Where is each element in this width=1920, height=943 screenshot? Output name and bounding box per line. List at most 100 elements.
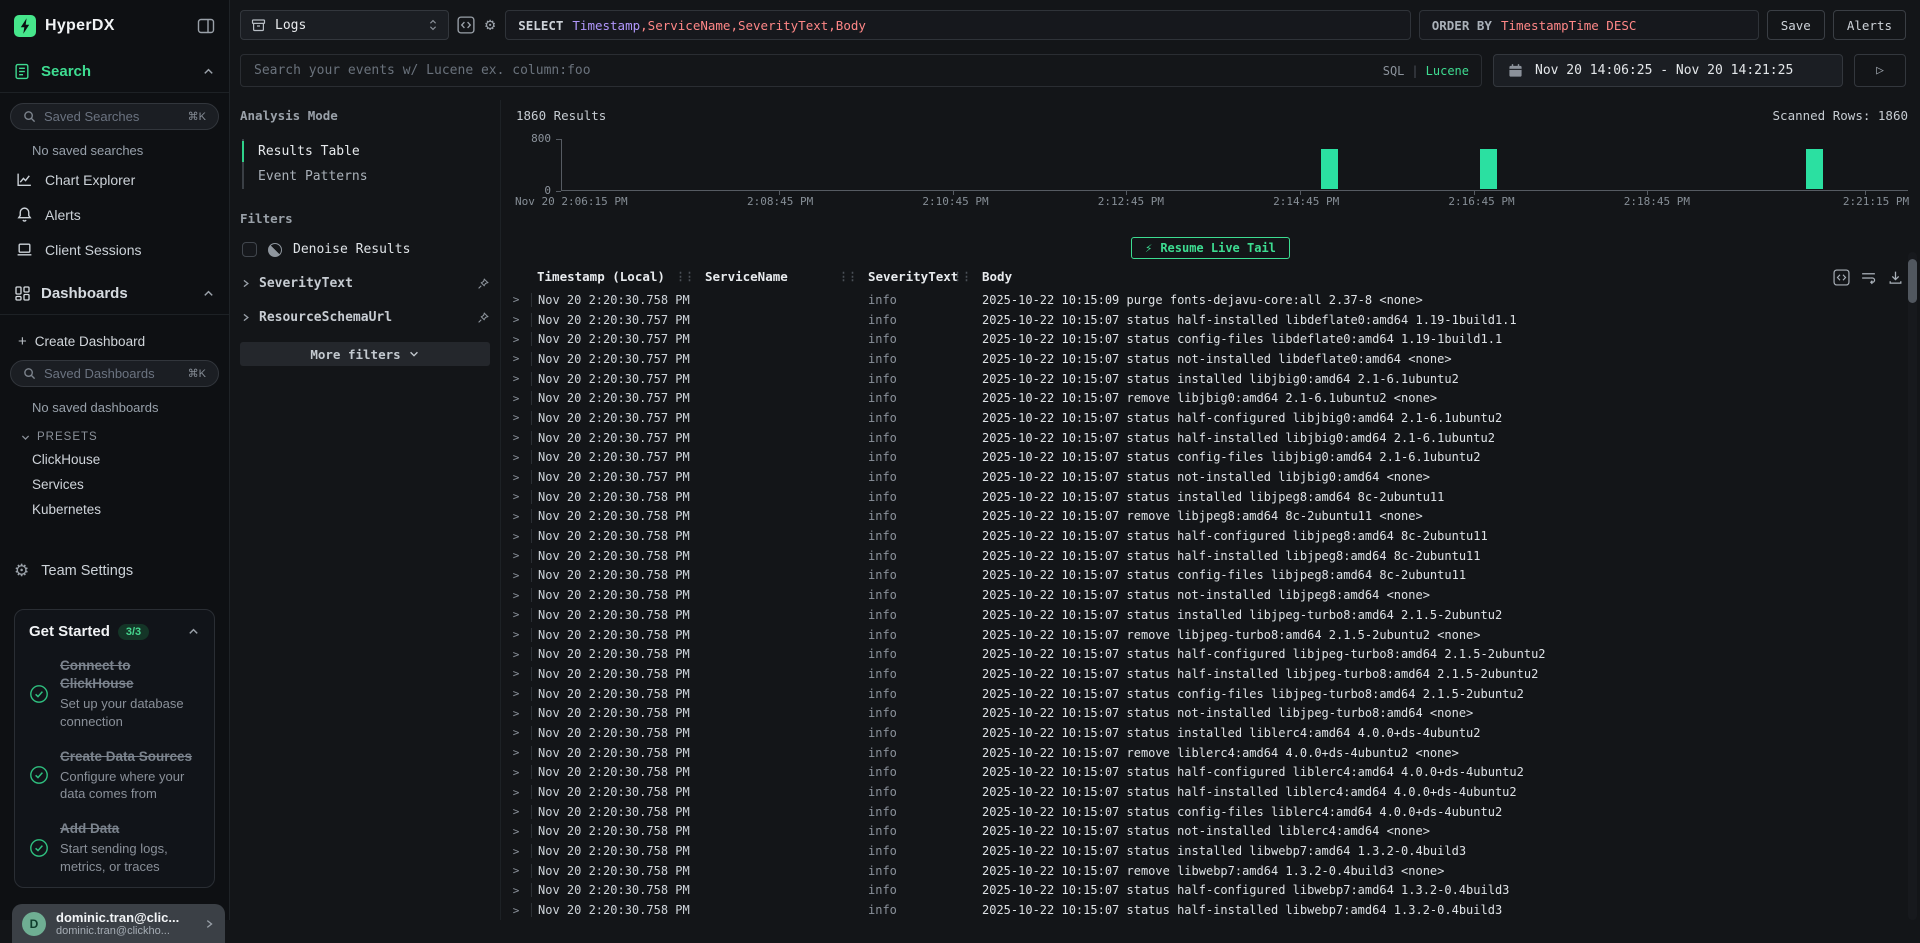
log-row[interactable]: >Nov 20 2:20:30.758 PMinfo2025-10-22 10:… (501, 625, 1920, 645)
save-button[interactable]: Save (1767, 10, 1825, 40)
get-started-task[interactable]: Create Data SourcesConfigure where your … (29, 748, 200, 803)
histogram-bar[interactable] (1321, 149, 1338, 189)
source-select[interactable]: Logs (240, 10, 449, 40)
pin-icon[interactable] (476, 277, 490, 291)
log-row[interactable]: >Nov 20 2:20:30.758 PMinfo2025-10-22 10:… (501, 290, 1920, 310)
log-row[interactable]: >Nov 20 2:20:30.757 PMinfo2025-10-22 10:… (501, 408, 1920, 428)
sidebar-item-alerts[interactable]: Alerts (10, 197, 219, 232)
log-row[interactable]: >Nov 20 2:20:30.757 PMinfo2025-10-22 10:… (501, 467, 1920, 487)
log-row[interactable]: >Nov 20 2:20:30.757 PMinfo2025-10-22 10:… (501, 448, 1920, 468)
histogram-bar[interactable] (1806, 149, 1823, 189)
sidebar-item-chart-explorer[interactable]: Chart Explorer (10, 162, 219, 197)
log-row[interactable]: >Nov 20 2:20:30.758 PMinfo2025-10-22 10:… (501, 822, 1920, 842)
row-expand-chevron[interactable]: > (501, 510, 531, 523)
denoise-results-row[interactable]: Denoise Results (242, 242, 490, 257)
row-expand-chevron[interactable]: > (501, 648, 531, 661)
run-query-button[interactable]: ▷ (1854, 54, 1906, 87)
scrollbar-thumb[interactable] (1908, 259, 1917, 303)
denoise-checkbox[interactable] (242, 242, 257, 257)
alerts-button[interactable]: Alerts (1833, 10, 1906, 40)
preset-item[interactable]: ClickHouse (10, 447, 219, 472)
filter-group-severitytext[interactable]: SeverityText (240, 276, 490, 291)
order-by-input[interactable]: ORDER BY TimestampTime DESC (1419, 10, 1759, 40)
log-row[interactable]: >Nov 20 2:20:30.758 PMinfo2025-10-22 10:… (501, 743, 1920, 763)
chevron-up-icon[interactable] (187, 625, 200, 638)
row-expand-chevron[interactable]: > (501, 451, 531, 464)
chevron-up-icon[interactable] (202, 287, 215, 300)
column-header-timestamp[interactable]: Timestamp (Local)⋮⋮ (531, 269, 701, 287)
results-histogram[interactable]: 800 0 Nov 20 2:06:15 PM2:08:45 PM2:10:45… (501, 123, 1914, 211)
download-icon[interactable] (1887, 269, 1904, 286)
more-filters-button[interactable]: More filters (240, 342, 490, 366)
log-row[interactable]: >Nov 20 2:20:30.758 PMinfo2025-10-22 10:… (501, 802, 1920, 822)
log-row[interactable]: >Nov 20 2:20:30.758 PMinfo2025-10-22 10:… (501, 782, 1920, 802)
resume-live-tail-button[interactable]: ⚡ Resume Live Tail (1131, 237, 1290, 259)
get-started-header[interactable]: Get Started 3/3 (29, 623, 200, 640)
column-resize-handle[interactable]: ⋮⋮ (952, 270, 970, 283)
event-search-input[interactable] (240, 54, 1482, 87)
row-expand-chevron[interactable]: > (501, 352, 531, 365)
sidebar-item-search[interactable]: Search (0, 49, 229, 92)
row-expand-chevron[interactable]: > (501, 786, 531, 799)
log-row[interactable]: >Nov 20 2:20:30.758 PMinfo2025-10-22 10:… (501, 487, 1920, 507)
mode-event-patterns[interactable]: Event Patterns (244, 164, 490, 189)
row-expand-chevron[interactable]: > (501, 707, 531, 720)
log-row[interactable]: >Nov 20 2:20:30.758 PMinfo2025-10-22 10:… (501, 644, 1920, 664)
row-expand-chevron[interactable]: > (501, 904, 531, 917)
row-expand-chevron[interactable]: > (501, 746, 531, 759)
column-header-severitytext[interactable]: SeverityText⋮⋮ (864, 269, 978, 287)
select-columns-input[interactable]: SELECT Timestamp ,ServiceName,SeverityTe… (505, 10, 1410, 40)
log-row[interactable]: >Nov 20 2:20:30.758 PMinfo2025-10-22 10:… (501, 703, 1920, 723)
table-scrollbar[interactable] (1908, 252, 1917, 920)
row-expand-chevron[interactable]: > (501, 845, 531, 858)
row-expand-chevron[interactable]: > (501, 687, 531, 700)
date-range-picker[interactable]: Nov 20 14:06:25 - Nov 20 14:21:25 (1493, 54, 1843, 87)
row-expand-chevron[interactable]: > (501, 490, 531, 503)
log-row[interactable]: >Nov 20 2:20:30.758 PMinfo2025-10-22 10:… (501, 605, 1920, 625)
saved-dashboards-input[interactable]: Saved Dashboards ⌘K (10, 360, 219, 387)
pin-icon[interactable] (476, 311, 490, 325)
row-expand-chevron[interactable]: > (501, 411, 531, 424)
code-toggle-icon[interactable] (457, 16, 475, 34)
log-row[interactable]: >Nov 20 2:20:30.758 PMinfo2025-10-22 10:… (501, 585, 1920, 605)
source-settings-gear-icon[interactable]: ⚙ (483, 17, 497, 34)
sidebar-collapse-icon[interactable] (197, 17, 215, 35)
log-row[interactable]: >Nov 20 2:20:30.758 PMinfo2025-10-22 10:… (501, 526, 1920, 546)
row-expand-chevron[interactable]: > (501, 628, 531, 641)
wrap-lines-icon[interactable] (1860, 269, 1877, 286)
log-row[interactable]: >Nov 20 2:20:30.757 PMinfo2025-10-22 10:… (501, 310, 1920, 330)
chevron-up-icon[interactable] (202, 65, 215, 78)
log-row[interactable]: >Nov 20 2:20:30.758 PMinfo2025-10-22 10:… (501, 763, 1920, 783)
histogram-bar[interactable] (1480, 149, 1497, 189)
log-row[interactable]: >Nov 20 2:20:30.757 PMinfo2025-10-22 10:… (501, 369, 1920, 389)
column-header-servicename[interactable]: ServiceName⋮⋮ (701, 269, 864, 287)
sidebar-item-client-sessions[interactable]: Client Sessions (10, 232, 219, 267)
log-row[interactable]: >Nov 20 2:20:30.757 PMinfo2025-10-22 10:… (501, 388, 1920, 408)
column-resize-handle[interactable]: ⋮⋮ (838, 270, 856, 283)
row-expand-chevron[interactable]: > (501, 825, 531, 838)
row-expand-chevron[interactable]: > (501, 805, 531, 818)
row-expand-chevron[interactable]: > (501, 667, 531, 680)
row-expand-chevron[interactable]: > (501, 313, 531, 326)
sql-mode-option[interactable]: SQL (1383, 64, 1405, 78)
log-row[interactable]: >Nov 20 2:20:30.758 PMinfo2025-10-22 10:… (501, 900, 1920, 920)
row-expand-chevron[interactable]: > (501, 530, 531, 543)
row-expand-chevron[interactable]: > (501, 431, 531, 444)
log-row[interactable]: >Nov 20 2:20:30.757 PMinfo2025-10-22 10:… (501, 349, 1920, 369)
log-row[interactable]: >Nov 20 2:20:30.758 PMinfo2025-10-22 10:… (501, 566, 1920, 586)
row-expand-chevron[interactable]: > (501, 864, 531, 877)
log-row[interactable]: >Nov 20 2:20:30.758 PMinfo2025-10-22 10:… (501, 881, 1920, 901)
sidebar-item-team-settings[interactable]: ⚙ Team Settings (0, 542, 229, 599)
row-expand-chevron[interactable]: > (501, 726, 531, 739)
log-row[interactable]: >Nov 20 2:20:30.758 PMinfo2025-10-22 10:… (501, 723, 1920, 743)
log-row[interactable]: >Nov 20 2:20:30.757 PMinfo2025-10-22 10:… (501, 428, 1920, 448)
log-row[interactable]: >Nov 20 2:20:30.758 PMinfo2025-10-22 10:… (501, 664, 1920, 684)
row-expand-chevron[interactable]: > (501, 372, 531, 385)
presets-toggle[interactable]: PRESETS (10, 419, 219, 447)
log-row[interactable]: >Nov 20 2:20:30.758 PMinfo2025-10-22 10:… (501, 546, 1920, 566)
row-expand-chevron[interactable]: > (501, 884, 531, 897)
row-expand-chevron[interactable]: > (501, 589, 531, 602)
create-dashboard-button[interactable]: + Create Dashboard (10, 325, 219, 360)
saved-searches-input[interactable]: Saved Searches ⌘K (10, 103, 219, 130)
log-row[interactable]: >Nov 20 2:20:30.758 PMinfo2025-10-22 10:… (501, 684, 1920, 704)
